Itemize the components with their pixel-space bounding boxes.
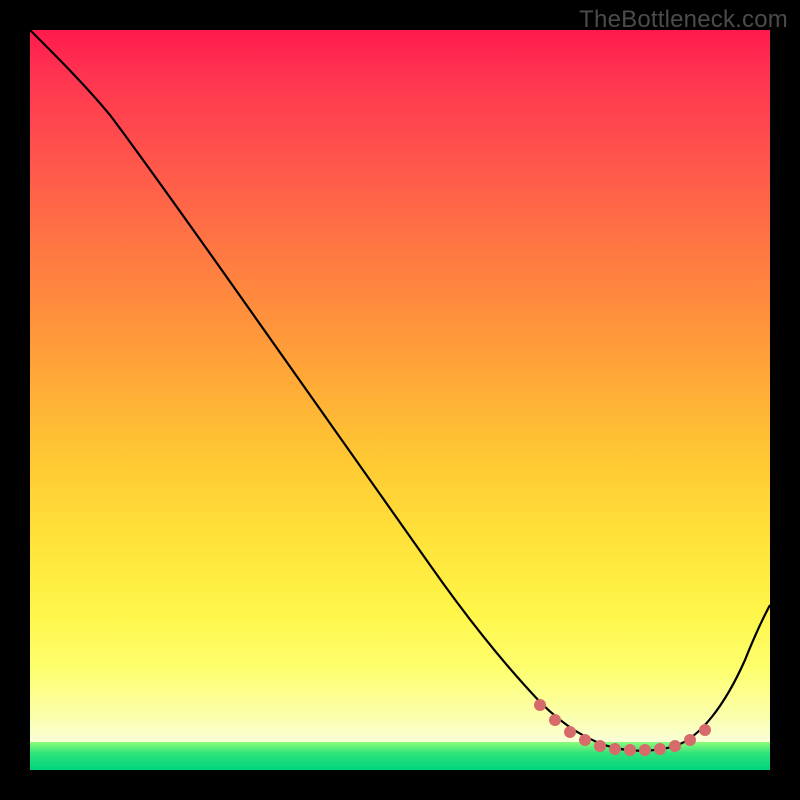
bottleneck-curve-path bbox=[30, 30, 770, 751]
bottleneck-curve-svg bbox=[30, 30, 770, 770]
optimum-markers bbox=[534, 699, 711, 756]
chart-canvas: TheBottleneck.com bbox=[0, 0, 800, 800]
plot-area bbox=[30, 30, 770, 770]
